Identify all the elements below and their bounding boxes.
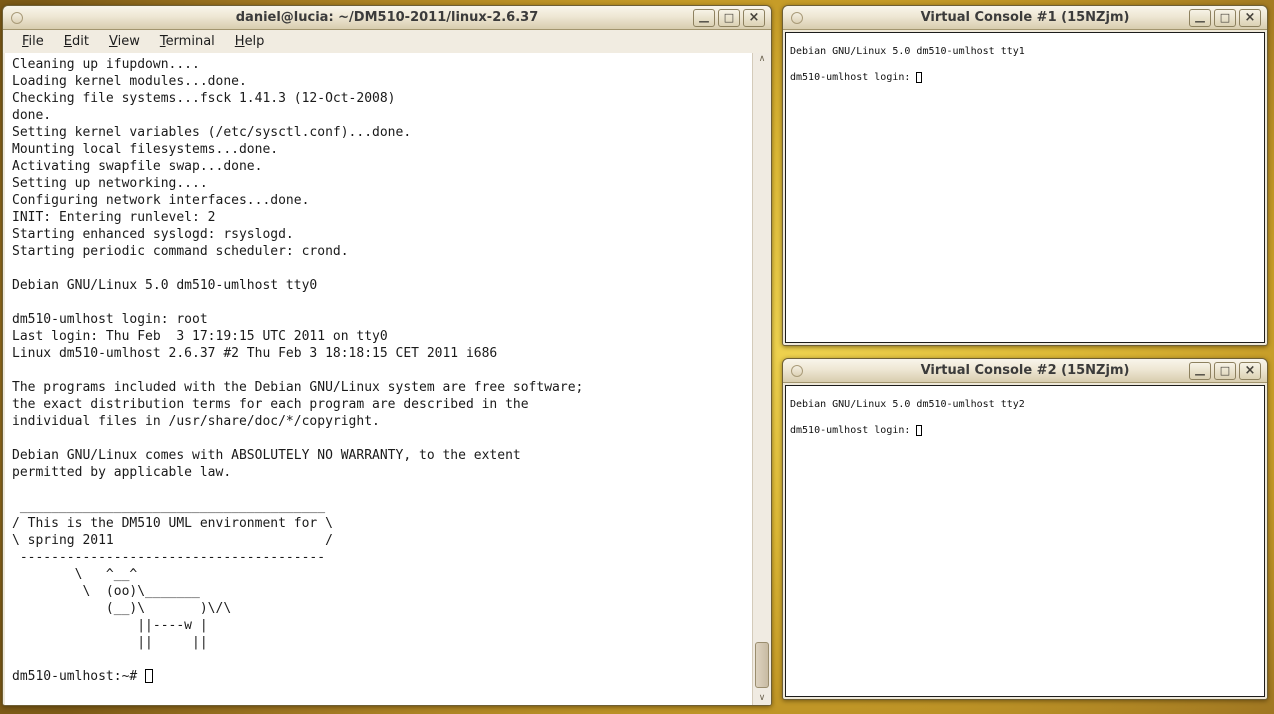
terminal-output: Cleaning up ifupdown.... Loading kernel … [12, 56, 752, 668]
minimize-button[interactable]: — [693, 9, 715, 27]
maximize-button[interactable]: □ [1214, 362, 1236, 380]
login-prompt: dm510-umlhost login: [790, 72, 916, 83]
console-banner: Debian GNU/Linux 5.0 dm510-umlhost tty2 [790, 398, 1264, 411]
window-menu-icon[interactable] [791, 12, 803, 24]
window-menu-icon[interactable] [791, 365, 803, 377]
terminal-cursor [916, 72, 922, 83]
maximize-icon: □ [1220, 365, 1230, 376]
terminal-window: daniel@lucia: ~/DM510-2011/linux-2.6.37 … [2, 5, 772, 706]
maximize-icon: □ [724, 12, 734, 23]
window-controls: — □ × [693, 9, 765, 27]
minimize-icon: — [699, 16, 710, 27]
maximize-icon: □ [1220, 12, 1230, 23]
terminal-cursor [916, 425, 922, 436]
scroll-down-icon[interactable]: ∨ [753, 692, 771, 705]
window-title: daniel@lucia: ~/DM510-2011/linux-2.6.37 [3, 10, 771, 25]
close-button[interactable]: × [1239, 9, 1261, 27]
menu-edit[interactable]: Edit [55, 32, 98, 52]
maximize-button[interactable]: □ [718, 9, 740, 27]
login-prompt: dm510-umlhost login: [790, 425, 916, 436]
scrollbar[interactable]: ∧ ∨ [752, 53, 771, 705]
console1-window: Virtual Console #1 (15NZjm) — □ × Debian… [782, 5, 1268, 346]
menu-file[interactable]: File [13, 32, 53, 52]
close-button[interactable]: × [743, 9, 765, 27]
close-icon: × [1245, 11, 1256, 24]
maximize-button[interactable]: □ [1214, 9, 1236, 27]
menu-terminal[interactable]: Terminal [151, 32, 224, 52]
console1-screen[interactable]: Debian GNU/Linux 5.0 dm510-umlhost tty1 … [785, 32, 1265, 343]
shell-prompt: dm510-umlhost:~# [12, 669, 145, 684]
menu-view[interactable]: View [100, 32, 149, 52]
close-button[interactable]: × [1239, 362, 1261, 380]
login-prompt-line: dm510-umlhost login: [790, 71, 1264, 84]
window-menu-icon[interactable] [11, 12, 23, 24]
minimize-button[interactable]: — [1189, 362, 1211, 380]
scroll-up-icon[interactable]: ∧ [753, 53, 771, 66]
minimize-button[interactable]: — [1189, 9, 1211, 27]
login-prompt-line: dm510-umlhost login: [790, 424, 1264, 437]
console2-window: Virtual Console #2 (15NZjm) — □ × Debian… [782, 358, 1268, 700]
menubar: File Edit View Terminal Help [3, 30, 771, 53]
console2-titlebar[interactable]: Virtual Console #2 (15NZjm) — □ × [783, 359, 1267, 383]
console2-screen[interactable]: Debian GNU/Linux 5.0 dm510-umlhost tty2 … [785, 385, 1265, 697]
minimize-icon: — [1195, 16, 1206, 27]
close-icon: × [1245, 364, 1256, 377]
terminal-titlebar[interactable]: daniel@lucia: ~/DM510-2011/linux-2.6.37 … [3, 6, 771, 30]
menu-help[interactable]: Help [226, 32, 274, 52]
console1-titlebar[interactable]: Virtual Console #1 (15NZjm) — □ × [783, 6, 1267, 30]
blank-line [790, 58, 1264, 71]
console-banner: Debian GNU/Linux 5.0 dm510-umlhost tty1 [790, 45, 1264, 58]
terminal-cursor [145, 669, 153, 683]
window-controls: — □ × [1189, 9, 1261, 27]
scrollbar-thumb[interactable] [755, 642, 769, 688]
close-icon: × [749, 11, 760, 24]
terminal-screen[interactable]: Cleaning up ifupdown.... Loading kernel … [5, 53, 752, 705]
scrollbar-track[interactable] [753, 66, 771, 692]
shell-prompt-line: dm510-umlhost:~# [12, 668, 752, 685]
blank-line [790, 411, 1264, 424]
minimize-icon: — [1195, 369, 1206, 380]
terminal-body: Cleaning up ifupdown.... Loading kernel … [3, 53, 771, 705]
window-controls: — □ × [1189, 362, 1261, 380]
